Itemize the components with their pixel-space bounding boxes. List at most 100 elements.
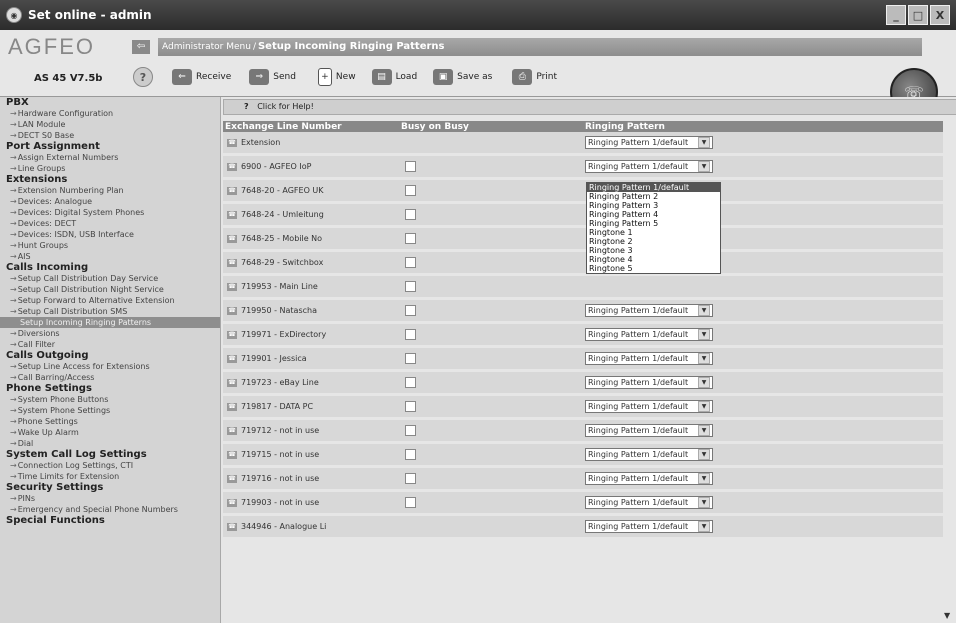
ringing-pattern-select[interactable]: Ringing Pattern 1/default ▼ [585,352,713,365]
busy-on-busy-checkbox[interactable] [405,497,416,508]
sidebar-item-active[interactable]: Setup Incoming Ringing Patterns [0,317,220,328]
busy-on-busy-checkbox[interactable] [405,377,416,388]
sidebar-item[interactable]: →PINs [0,493,220,504]
busy-on-busy-checkbox[interactable] [405,161,416,172]
sidebar-item[interactable]: →Time Limits for Extension [0,471,220,482]
sidebar-item[interactable]: →Setup Call Distribution Night Service [0,284,220,295]
sidebar-item[interactable]: →System Phone Settings [0,405,220,416]
dropdown-option[interactable]: Ringing Pattern 3 [587,201,720,210]
dropdown-option[interactable]: Ringtone 3 [587,246,720,255]
dropdown-option[interactable]: Ringtone 4 [587,255,720,264]
sidebar-item[interactable]: →DECT S0 Base [0,130,220,141]
sidebar-item[interactable]: →Wake Up Alarm [0,427,220,438]
busy-on-busy-checkbox[interactable] [405,353,416,364]
ringing-pattern-value: Ringing Pattern 1/default [588,426,689,435]
dropdown-option[interactable]: Ringing Pattern 4 [587,210,720,219]
sidebar-item-label: Call Filter [17,340,55,349]
print-icon: ⎙ [512,69,533,85]
busy-on-busy-checkbox[interactable] [405,425,416,436]
sidebar-item[interactable]: →Setup Call Distribution SMS [0,306,220,317]
ringing-pattern-select[interactable]: Ringing Pattern 1/default ▼ [585,136,713,149]
line-label: 719971 - ExDirectory [241,330,327,339]
sidebar-item[interactable]: →Call Filter [0,339,220,350]
busy-on-busy-checkbox[interactable] [405,233,416,244]
sidebar-item-label: Setup Incoming Ringing Patterns [20,318,152,327]
dropdown-option[interactable]: Ringing Pattern 5 [587,219,720,228]
dropdown-option[interactable]: Ringtone 1 [587,228,720,237]
ringing-pattern-select[interactable]: Ringing Pattern 1/default ▼ [585,496,713,509]
sidebar-item[interactable]: →AIS [0,251,220,262]
sidebar-item[interactable]: →Setup Line Access for Extensions [0,361,220,372]
line-cell: ☎ 719953 - Main Line [223,274,399,300]
chevron-down-icon: ▼ [698,353,710,364]
ringing-pattern-select[interactable]: Ringing Pattern 1/default ▼ [585,304,713,317]
busy-on-busy-checkbox[interactable] [405,305,416,316]
ringing-pattern-select[interactable]: Ringing Pattern 1/default ▼ [585,160,713,173]
dropdown-option[interactable]: Ringing Pattern 1/default [587,183,720,192]
sidebar-item[interactable]: →Devices: DECT [0,218,220,229]
ringing-pattern-table: Exchange Line Number Busy on Busy Ringin… [223,121,943,540]
sidebar-item[interactable]: →Dial [0,438,220,449]
busy-on-busy-checkbox[interactable] [405,257,416,268]
receive-button[interactable]: ⇐ Receive [172,69,231,85]
ringing-pattern-select[interactable]: Ringing Pattern 1/default ▼ [585,520,713,533]
scroll-down-icon[interactable]: ▼ [944,611,954,621]
phone-line-icon: ☎ [227,186,237,195]
help-bar[interactable]: ? Click for Help! [223,99,956,115]
new-button[interactable]: + New [317,68,356,86]
sidebar-item[interactable]: →Diversions [0,328,220,339]
dropdown-option[interactable]: Ringtone 2 [587,237,720,246]
load-button[interactable]: ▤ Load [371,69,417,85]
print-button[interactable]: ⎙ Print [512,69,557,85]
sidebar-item[interactable]: →Connection Log Settings, CTI [0,460,220,471]
line-cell: ☎ 7648-24 - Umleitung [223,202,399,228]
column-header-busy: Busy on Busy [399,121,583,132]
breadcrumb-root[interactable]: Administrator Menu [162,42,251,52]
ringing-pattern-select[interactable]: Ringing Pattern 1/default ▼ [585,400,713,413]
sidebar-item[interactable]: →Extension Numbering Plan [0,185,220,196]
ringing-pattern-select[interactable]: Ringing Pattern 1/default ▼ [585,376,713,389]
busy-on-busy-checkbox[interactable] [405,401,416,412]
sidebar-item[interactable]: →Hardware Configuration [0,108,220,119]
agfeo-logo: AGFEO [8,34,96,59]
sidebar-item[interactable]: →Phone Settings [0,416,220,427]
sidebar-item[interactable]: →Devices: Digital System Phones [0,207,220,218]
help-icon[interactable]: ? [133,67,153,87]
send-button[interactable]: ⇒ Send [249,69,296,85]
ringing-pattern-select[interactable]: Ringing Pattern 1/default ▼ [585,472,713,485]
dropdown-option[interactable]: Ringing Pattern 2 [587,192,720,201]
busy-on-busy-checkbox[interactable] [405,209,416,220]
ringing-pattern-select[interactable]: Ringing Pattern 1/default ▼ [585,424,713,437]
sidebar-item[interactable]: →System Phone Buttons [0,394,220,405]
sidebar-item[interactable]: →Line Groups [0,163,220,174]
sidebar-item-label: Setup Call Distribution Night Service [17,285,164,294]
close-button[interactable]: X [930,5,950,25]
sidebar-item[interactable]: →Emergency and Special Phone Numbers [0,504,220,515]
sidebar-section-heading: PBX [6,97,29,108]
save-as-button[interactable]: ▣ Save as [433,69,492,85]
sidebar-item[interactable]: →LAN Module [0,119,220,130]
ringing-pattern-dropdown-list[interactable]: Ringing Pattern 1/default Ringing Pattern… [586,182,721,274]
busy-on-busy-checkbox[interactable] [405,449,416,460]
sidebar-item[interactable]: →Hunt Groups [0,240,220,251]
maximize-button[interactable]: □ [908,5,928,25]
busy-on-busy-checkbox[interactable] [405,473,416,484]
ringing-pattern-select[interactable]: Ringing Pattern 1/default ▼ [585,448,713,461]
save-icon: ▣ [433,69,454,85]
sidebar-item-label: Setup Forward to Alternative Extension [17,296,175,305]
busy-on-busy-checkbox[interactable] [405,185,416,196]
sidebar-item[interactable]: →Devices: Analogue [0,196,220,207]
busy-on-busy-checkbox[interactable] [405,281,416,292]
ringing-pattern-select[interactable]: Ringing Pattern 1/default ▼ [585,328,713,341]
sidebar-item[interactable]: →Call Barring/Access [0,372,220,383]
phone-line-icon: ☎ [227,282,237,291]
sidebar-item[interactable]: →Setup Forward to Alternative Extension [0,295,220,306]
busy-on-busy-checkbox[interactable] [405,329,416,340]
sidebar-item[interactable]: →Setup Call Distribution Day Service [0,273,220,284]
line-cell: ☎ Extension [223,132,399,156]
sidebar-item[interactable]: →Assign External Numbers [0,152,220,163]
minimize-button[interactable]: _ [886,5,906,25]
dropdown-option[interactable]: Ringtone 5 [587,264,720,273]
back-arrow-icon[interactable]: ⇦ [132,40,150,54]
sidebar-item[interactable]: →Devices: ISDN, USB Interface [0,229,220,240]
